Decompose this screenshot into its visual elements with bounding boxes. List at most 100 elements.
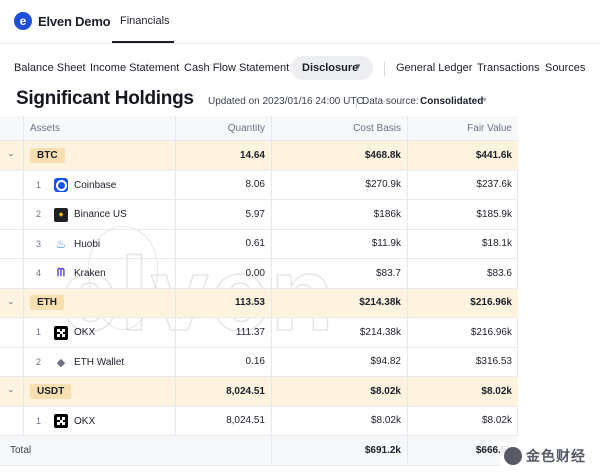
row-spacer-cell <box>0 318 24 347</box>
elven-logo-icon[interactable]: e <box>14 12 32 30</box>
asset-group-row[interactable]: › USDT 8,024.51 $8.02k $8.02k <box>0 377 518 407</box>
source-name[interactable]: ETH Wallet <box>74 357 124 368</box>
asset-group-row[interactable]: › ETH 113.53 $214.38k $216.96k <box>0 288 518 318</box>
column-header-fair-value[interactable]: Fair Value <box>408 116 518 140</box>
nav-income-statement[interactable]: Income Statement <box>90 62 179 74</box>
source-name[interactable]: Huobi <box>74 239 100 250</box>
row-cost-basis: $270.9k <box>272 170 408 199</box>
row-cost-basis: $83.7 <box>272 259 408 288</box>
row-index: 1 <box>36 327 42 338</box>
expand-toggle[interactable]: › <box>0 377 24 406</box>
table-row[interactable]: 3 0.61 $11.9k $18.1k ♨ Huobi <box>0 229 518 259</box>
table-row[interactable]: 2 5.97 $186k $185.9k ◆ Binance US <box>0 200 518 230</box>
app-name[interactable]: Elven Demo <box>38 14 111 29</box>
source-cell <box>24 318 176 347</box>
group-cost-basis: $468.8k <box>272 141 408 170</box>
row-quantity: 5.97 <box>176 200 272 229</box>
chevron-down-icon[interactable]: › <box>7 390 17 393</box>
group-fair-value: $8.02k <box>481 385 512 397</box>
row-fair-value: $316.53 <box>475 356 512 368</box>
asset-cell: USDT <box>24 377 176 406</box>
source-name[interactable]: OKX <box>74 327 95 338</box>
huobi-icon: ♨ <box>55 237 67 251</box>
row-fair-value: $185.9k <box>476 208 512 220</box>
row-quantity: 0.00 <box>176 259 272 288</box>
row-quantity: 111.37 <box>176 318 272 347</box>
asset-group-row[interactable]: › BTC 14.64 $468.8k $441.6k <box>0 141 518 171</box>
nav-divider <box>384 62 385 76</box>
asset-cell: BTC <box>24 141 176 170</box>
nav-general-ledger[interactable]: General Ledger <box>396 62 472 74</box>
chevron-down-icon[interactable]: ▼ <box>354 62 362 71</box>
column-header-cost-basis[interactable]: Cost Basis <box>272 116 408 140</box>
okx-icon <box>54 325 68 340</box>
tab-financials[interactable]: Financials <box>120 15 170 27</box>
row-spacer-cell <box>0 259 24 288</box>
total-quantity <box>176 436 272 465</box>
row-index: 3 <box>36 238 42 249</box>
nav-transactions[interactable]: Transactions <box>477 62 540 74</box>
group-quantity: 14.64 <box>176 141 272 170</box>
table-row[interactable]: 1 8.06 $270.9k $237.6k Coinbase <box>0 170 518 200</box>
column-header-quantity[interactable]: Quantity <box>176 116 272 140</box>
source-cell <box>24 406 176 435</box>
source-name[interactable]: Kraken <box>74 268 106 279</box>
binance-icon: ◆ <box>54 207 68 222</box>
row-cost-basis: $11.9k <box>272 229 408 258</box>
row-fair-value: $237.6k <box>476 179 512 191</box>
asset-chip: USDT <box>30 383 72 399</box>
row-fair-value: $8.02k <box>481 415 512 427</box>
row-fair-value: $83.6 <box>486 267 512 279</box>
table-header-row: Assets Quantity Cost Basis Fair Value <box>0 116 518 141</box>
row-quantity: 0.16 <box>176 347 272 376</box>
asset-chip: ETH <box>30 295 64 311</box>
active-tab-indicator <box>112 41 174 43</box>
source-name[interactable]: Binance US <box>74 209 127 220</box>
table-row[interactable]: 2 0.16 $94.82 $316.53 ◆ ETH Wallet <box>0 347 518 377</box>
row-spacer-cell <box>0 200 24 229</box>
top-bar: e Elven Demo Financials <box>0 0 600 44</box>
table-row[interactable]: 1 8,024.51 $8.02k $8.02k OKX <box>0 406 518 436</box>
nav-sources[interactable]: Sources <box>545 62 585 74</box>
data-source-label: Data source: <box>362 96 419 107</box>
holdings-table: Assets Quantity Cost Basis Fair Value › B… <box>0 116 518 466</box>
total-cost-basis: $691.2k <box>272 436 408 465</box>
nav-cash-flow-statement[interactable]: Cash Flow Statement <box>184 62 289 74</box>
page-title: Significant Holdings <box>16 88 194 109</box>
asset-chip: BTC <box>30 147 65 163</box>
column-header-assets[interactable]: Assets <box>24 116 176 140</box>
row-cost-basis: $8.02k <box>272 406 408 435</box>
total-row: Total $691.2k $666.5k <box>0 436 518 466</box>
row-spacer-cell <box>0 347 24 376</box>
source-name[interactable]: OKX <box>74 416 95 427</box>
data-source-chevron-icon[interactable]: ▼ <box>481 97 488 104</box>
table-row[interactable]: 4 0.00 $83.7 $83.6 ᗰ Kraken <box>0 259 518 289</box>
sub-navigation: Balance Sheet Income Statement Cash Flow… <box>0 44 600 90</box>
data-source-select[interactable]: Consolidated <box>420 96 483 107</box>
table-row[interactable]: 1 111.37 $214.38k $216.96k OKX <box>0 318 518 348</box>
row-cost-basis: $214.38k <box>272 318 408 347</box>
expand-toggle[interactable]: › <box>0 141 24 170</box>
nav-disclosure-label[interactable]: Disclosure <box>302 62 358 74</box>
eth-icon: ◆ <box>56 356 66 369</box>
table-body: › BTC 14.64 $468.8k $441.6k 1 8.06 $270.9k $237.… <box>0 141 518 436</box>
row-cost-basis: $94.82 <box>272 347 408 376</box>
row-fair-value: $216.96k <box>470 326 512 338</box>
corner-watermark: 金色财经 <box>500 443 596 469</box>
group-fair-value: $216.96k <box>470 297 512 309</box>
group-cost-basis: $8.02k <box>272 377 408 406</box>
nav-balance-sheet[interactable]: Balance Sheet <box>14 62 86 74</box>
corner-watermark-text: 金色财经 <box>526 448 586 464</box>
group-quantity: 113.53 <box>176 288 272 317</box>
group-cost-basis: $214.38k <box>272 288 408 317</box>
row-spacer-cell <box>0 229 24 258</box>
row-index: 4 <box>36 268 42 279</box>
chevron-down-icon[interactable]: › <box>7 154 17 157</box>
row-quantity: 0.61 <box>176 229 272 258</box>
updated-timestamp: Updated on 2023/01/16 24:00 UTC <box>208 96 364 107</box>
expand-toggle[interactable]: › <box>0 288 24 317</box>
row-cost-basis: $186k <box>272 200 408 229</box>
chevron-down-icon[interactable]: › <box>7 301 17 304</box>
row-index: 2 <box>36 356 42 367</box>
source-name[interactable]: Coinbase <box>74 180 116 191</box>
